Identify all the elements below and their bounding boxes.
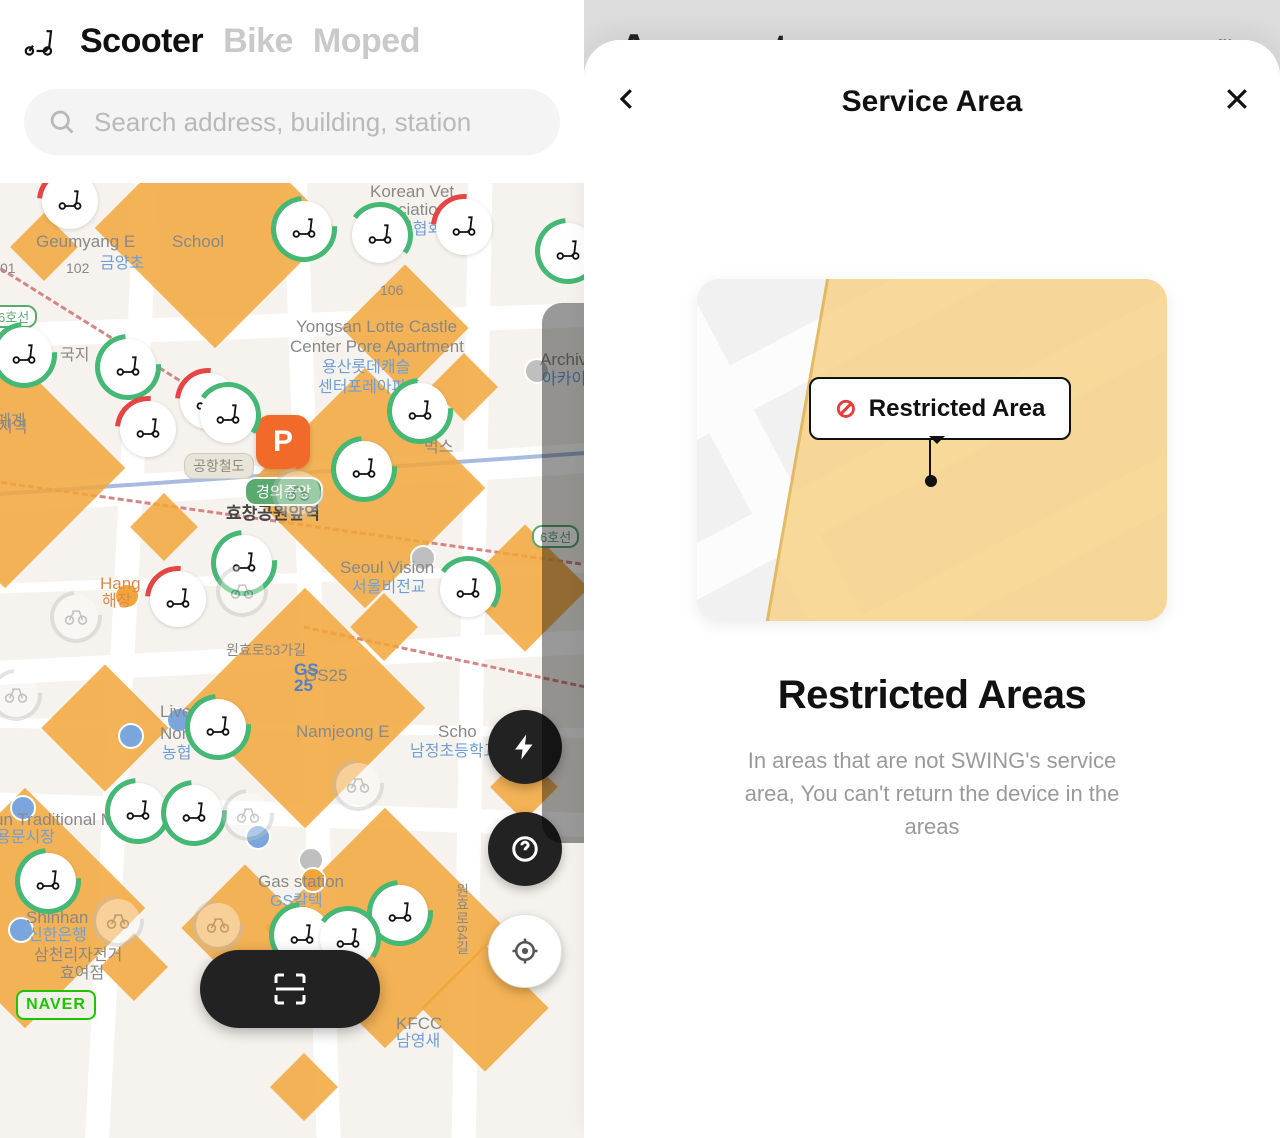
map-label: Scho [438, 723, 477, 742]
map-label: 102 [66, 261, 89, 276]
map-label-kr: 남영새 [396, 1033, 440, 1051]
map-label-kr: 효여점 [60, 965, 104, 983]
map-label: Gas station [258, 873, 344, 892]
scooter-pin[interactable] [336, 441, 392, 497]
map-canvas[interactable]: Geumyang E 금양초 School Korean Vet ciation… [0, 183, 584, 1138]
prohibited-icon: ⊘ [835, 393, 857, 424]
map-label-kr: 농협 [162, 745, 191, 763]
map-label: Korean Vet [370, 183, 454, 202]
map-label: 01 [0, 261, 16, 276]
bike-pin-disabled [54, 595, 98, 639]
info-title: Restricted Areas [612, 673, 1252, 718]
scooter-pin[interactable] [100, 339, 156, 395]
locate-fab[interactable] [488, 914, 562, 988]
scooter-pin[interactable] [436, 199, 492, 255]
map-label-kr: 남정초등학교 [410, 743, 498, 761]
scooter-pin[interactable] [200, 387, 256, 443]
map-label-kr: 금양초 [100, 255, 144, 273]
bike-pin-disabled [336, 763, 380, 807]
search-input[interactable] [94, 107, 536, 138]
bike-pin-disabled [96, 899, 140, 943]
search-bar[interactable] [24, 89, 560, 155]
bike-pin-disabled [220, 569, 264, 613]
map-label: Yongsan Lotte Castle [296, 318, 457, 337]
tooltip-label: Restricted Area [869, 395, 1046, 423]
scooter-pin[interactable] [20, 853, 76, 909]
tab-bike[interactable]: Bike [223, 22, 293, 61]
map-header: Scooter Bike Moped [0, 0, 584, 183]
sheet-header: Service Area [612, 84, 1252, 119]
scooter-pin[interactable] [120, 401, 176, 457]
sheet-title: Service Area [842, 85, 1023, 119]
tab-scooter[interactable]: Scooter [80, 22, 203, 61]
map-label: Hang [100, 575, 141, 594]
map-label: KFCC [396, 1015, 442, 1034]
map-label-kr: 삼천리자전거 [34, 947, 122, 965]
map-label-kr: 용문시장 [0, 829, 55, 847]
info-screen: Account Go to Profile Service Area [584, 0, 1280, 1138]
scooter-pin[interactable] [540, 223, 584, 279]
tab-moped[interactable]: Moped [313, 22, 420, 61]
scooter-icon [24, 24, 60, 60]
scan-button[interactable] [200, 950, 380, 1028]
scooter-pin[interactable] [392, 383, 448, 439]
close-icon[interactable] [1222, 84, 1252, 119]
scooter-pin[interactable] [150, 571, 206, 627]
naver-badge: NAVER [16, 990, 96, 1020]
map-label: Seoul Vision [340, 559, 434, 578]
road-name-pill: 공항철도 [184, 453, 254, 479]
scooter-pin[interactable] [42, 183, 98, 229]
search-icon [48, 108, 76, 136]
scooter-pin[interactable] [110, 783, 166, 839]
info-body: In areas that are not SWING's service ar… [722, 744, 1142, 843]
bike-pin-disabled [196, 903, 240, 947]
back-icon[interactable] [612, 84, 642, 119]
map-label-kr: 국지 [60, 347, 89, 365]
vehicle-tabs: Scooter Bike Moped [24, 22, 560, 61]
map-label: Namjeong E [296, 723, 390, 742]
map-label-kr: 신한은행 [28, 927, 87, 945]
bike-pin-disabled [226, 793, 270, 837]
bottom-sheet: Service Area ⊘ Restricted Area Restricte… [584, 40, 1280, 1138]
map-label-kr: 용산롯데캐슬 [322, 359, 410, 377]
carousel-peek [542, 303, 584, 843]
map-label: Geumyang E [36, 233, 135, 252]
restricted-area-tooltip: ⊘ Restricted Area [809, 377, 1071, 440]
scooter-pin[interactable] [166, 785, 222, 841]
map-label: Center Pore Apartment [290, 338, 464, 357]
map-label: 원효로53가길 [226, 643, 306, 658]
scooter-pin[interactable] [276, 201, 332, 257]
scooter-pin[interactable] [440, 561, 496, 617]
parking-marker[interactable]: P [256, 415, 310, 469]
scooter-pin[interactable] [0, 327, 52, 383]
map-label-kr: 지역 [0, 419, 27, 437]
map-label: 원효로64길 [454, 883, 469, 955]
map-label-kr: 해장 [102, 593, 131, 611]
map-label-kr: 서울비전교 [352, 579, 426, 597]
scooter-pin[interactable] [352, 207, 408, 263]
scooter-pin[interactable] [190, 699, 246, 755]
service-area-illustration: ⊘ Restricted Area [697, 279, 1167, 621]
map-label: School [172, 233, 224, 252]
bike-pin-disabled [0, 673, 38, 717]
map-label: GS25 [304, 667, 347, 686]
bike-pin-disabled [276, 471, 320, 515]
map-screen: Scooter Bike Moped [0, 0, 584, 1138]
map-label: 106 [380, 283, 403, 298]
